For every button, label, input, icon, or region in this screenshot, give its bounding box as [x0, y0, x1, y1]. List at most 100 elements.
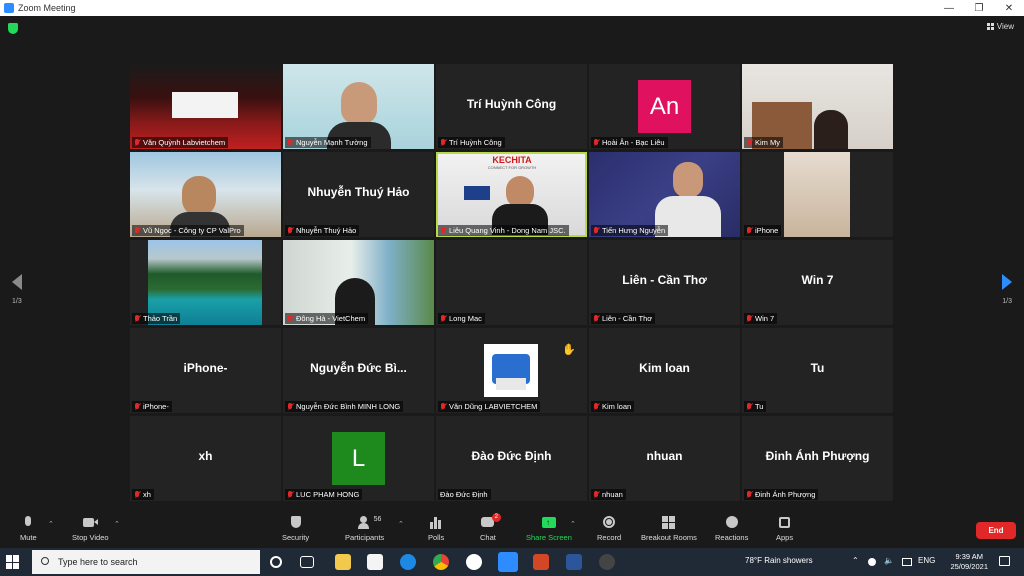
participant-tile[interactable]: Thảo Trần — [130, 240, 281, 325]
participant-tile[interactable]: Văn Dũng LABVIETCHEM — [436, 328, 587, 413]
mic-muted-icon — [746, 491, 752, 498]
windows-start-icon[interactable] — [6, 555, 20, 569]
store-icon[interactable] — [367, 554, 383, 570]
mic-muted-icon — [287, 403, 293, 410]
video-options-caret-icon[interactable]: ⌃ — [114, 520, 120, 528]
printer-base — [496, 378, 526, 390]
participant-tile[interactable]: Văn Quỳnh Labvietchem — [130, 64, 281, 149]
breakout-rooms-button[interactable]: Breakout Rooms — [641, 516, 697, 542]
file-explorer-icon[interactable] — [335, 554, 351, 570]
record-button[interactable]: Record — [597, 516, 621, 542]
participant-tile[interactable]: nhuan nhuan — [589, 416, 740, 501]
app-icon[interactable] — [599, 554, 615, 570]
active-speaker-tile[interactable]: KECHITA CONNECT FOR GROWTH Liêu Quang Vi… — [436, 152, 587, 237]
network-icon[interactable] — [902, 558, 912, 566]
participant-tile[interactable]: xh xh — [130, 416, 281, 501]
volume-icon[interactable]: 🔈 — [884, 556, 894, 565]
mute-button[interactable]: Mute — [20, 516, 37, 542]
participant-tile[interactable]: Nhuyễn Thuý Hảo Nhuyễn Thuý Hảo — [283, 152, 434, 237]
participant-tile[interactable]: Đông Hà - VietChem — [283, 240, 434, 325]
mic-muted-icon — [134, 403, 140, 410]
chat-button[interactable]: 2 Chat — [480, 513, 501, 542]
participant-display-name: Nguyễn Đức Bì... — [310, 361, 407, 375]
record-icon — [602, 516, 616, 529]
minimize-button[interactable]: — — [934, 0, 964, 16]
participant-display-name: Đinh Ánh Phượng — [765, 449, 870, 463]
participant-name-label: Tu — [744, 401, 767, 412]
mic-muted-icon — [746, 403, 752, 410]
taskbar-search-box[interactable]: Type here to search — [32, 550, 260, 574]
reactions-label: Reactions — [715, 533, 749, 542]
app-icon[interactable] — [466, 554, 482, 570]
participant-tile[interactable]: Liên - Cần Thơ Liên - Cần Thơ — [589, 240, 740, 325]
participant-tile[interactable]: Kim loan Kim loan — [589, 328, 740, 413]
participant-name-label: Tiến Hưng Nguyễn — [591, 225, 669, 236]
participant-tile[interactable]: Tiến Hưng Nguyễn — [589, 152, 740, 237]
cortana-icon[interactable] — [270, 556, 282, 568]
stop-video-label: Stop Video — [72, 533, 109, 542]
notification-center-icon[interactable] — [999, 556, 1010, 566]
share-options-caret-icon[interactable]: ⌃ — [570, 520, 576, 528]
next-page-arrow-icon[interactable] — [1002, 274, 1012, 290]
participant-tile[interactable]: Vũ Ngọc - Công ty CP ValPro — [130, 152, 281, 237]
participant-name-label: Vũ Ngọc - Công ty CP ValPro — [132, 225, 244, 236]
powerpoint-icon[interactable] — [533, 554, 549, 570]
apps-icon — [778, 516, 792, 529]
hand-cursor-icon: ✋ — [562, 344, 576, 356]
reactions-button[interactable]: Reactions — [715, 516, 748, 542]
task-view-icon[interactable] — [300, 556, 314, 568]
previous-page-arrow-icon[interactable] — [12, 274, 22, 290]
participant-tile[interactable]: Nguyễn Đức Bì... Nguyễn Đức Bình MINH LO… — [283, 328, 434, 413]
avatar: L — [332, 432, 385, 485]
participants-label: Participants — [345, 533, 385, 542]
zoom-taskbar-icon[interactable] — [498, 552, 518, 572]
participant-display-name: Trí Huỳnh Công — [466, 97, 557, 111]
security-button[interactable]: Security — [282, 516, 309, 542]
share-screen-button[interactable]: ↑ Share Screen — [526, 516, 572, 542]
security-label: Security — [282, 533, 310, 542]
mic-muted-icon — [287, 491, 293, 498]
participant-tile[interactable]: Đinh Ánh Phượng Đinh Ánh Phượng — [742, 416, 893, 501]
mic-muted-icon — [746, 227, 752, 234]
participants-caret-icon[interactable]: ⌃ — [398, 520, 404, 528]
close-button[interactable]: ✕ — [994, 0, 1024, 16]
polls-bar-chart-icon — [429, 516, 443, 529]
participant-tile[interactable]: Đào Đức Định Đào Đức Định — [436, 416, 587, 501]
participant-tile[interactable]: L LUC PHAM HONG — [283, 416, 434, 501]
breakout-rooms-label: Breakout Rooms — [641, 533, 697, 542]
end-meeting-button[interactable]: End — [976, 522, 1016, 539]
kechita-slogan: CONNECT FOR GROWTH — [487, 165, 537, 170]
participant-tile[interactable]: Kim My — [742, 64, 893, 149]
onedrive-icon[interactable] — [868, 558, 876, 566]
word-icon[interactable] — [566, 554, 582, 570]
weather-widget[interactable]: 78°F Rain showers — [745, 556, 813, 565]
polls-button[interactable]: Polls — [428, 516, 444, 542]
view-button[interactable]: View — [986, 22, 1014, 31]
maximize-button[interactable]: ❐ — [964, 0, 994, 16]
stop-video-button[interactable]: Stop Video — [72, 516, 109, 542]
participant-tile[interactable]: Trí Huỳnh Công Trí Huỳnh Công — [436, 64, 587, 149]
apps-label: Apps — [776, 533, 794, 542]
chrome-icon[interactable] — [433, 554, 449, 570]
apps-button[interactable]: Apps — [776, 516, 793, 542]
tray-overflow-icon[interactable]: ⌃ — [852, 556, 859, 565]
participant-name-label: Hoài Ân - Bạc Liêu — [591, 137, 668, 148]
participant-name-label: Đinh Ánh Phượng — [744, 489, 819, 500]
participant-name-label: Nguyễn Mạnh Tường — [285, 137, 371, 148]
participants-button[interactable]: 56 Participants — [345, 516, 384, 542]
taskbar-clock[interactable]: 9:39 AM 25/09/2021 — [950, 552, 988, 572]
language-indicator[interactable]: ENG — [918, 556, 935, 565]
participant-tile[interactable]: iPhone — [742, 152, 893, 237]
participant-tile[interactable]: Tu Tu — [742, 328, 893, 413]
participant-tile[interactable]: An Hoài Ân - Bạc Liêu — [589, 64, 740, 149]
gallery-grid: Văn Quỳnh Labvietchem Nguyễn Mạnh Tường … — [130, 64, 894, 502]
encryption-shield-icon[interactable] — [8, 23, 18, 34]
participant-tile[interactable]: Win 7 Win 7 — [742, 240, 893, 325]
participant-tile[interactable]: Nguyễn Mạnh Tường — [283, 64, 434, 149]
edge-icon[interactable] — [400, 554, 416, 570]
microphone-icon — [21, 516, 35, 529]
participant-tile[interactable]: Long Mac — [436, 240, 587, 325]
audio-options-caret-icon[interactable]: ⌃ — [48, 520, 54, 528]
participant-tile[interactable]: iPhone- iPhone- — [130, 328, 281, 413]
participant-head — [814, 110, 848, 149]
